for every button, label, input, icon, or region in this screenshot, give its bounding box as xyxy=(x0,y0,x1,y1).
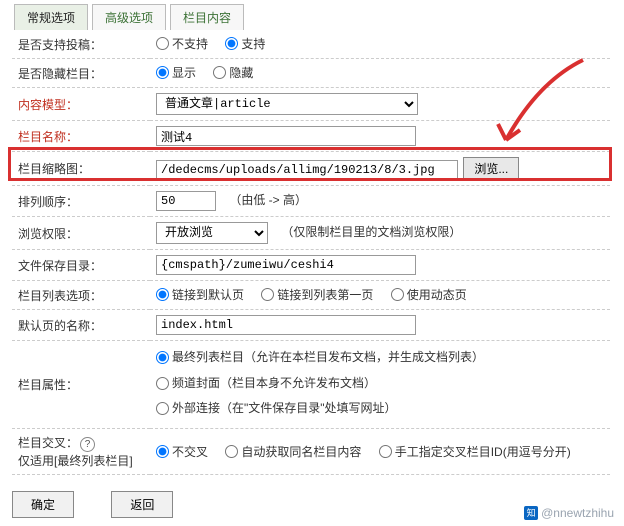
radio-show[interactable]: 显示 xyxy=(156,64,196,81)
watermark: 知 @nnewtzhihu xyxy=(524,506,614,520)
radio-cross-none[interactable]: 不交叉 xyxy=(156,443,208,460)
label-savepath: 文件保存目录： xyxy=(12,250,150,281)
radio-attr-external[interactable]: 外部连接（在"文件保存目录"处填写网址） xyxy=(156,397,397,420)
label-thumb: 栏目缩略图： xyxy=(12,152,150,186)
form-panel: 常规选项 高级选项 栏目内容 是否支持投稿： 不支持 支持 是否隐藏栏目： 显示… xyxy=(0,0,624,526)
thumb-path-input[interactable] xyxy=(156,160,458,180)
radio-cross-auto[interactable]: 自动获取同名栏目内容 xyxy=(225,443,361,460)
tab-general[interactable]: 常规选项 xyxy=(14,4,88,30)
browse-button[interactable]: 浏览... xyxy=(463,157,519,180)
tab-content[interactable]: 栏目内容 xyxy=(170,4,244,30)
label-col-attr: 栏目属性： xyxy=(12,341,150,429)
zhihu-icon: 知 xyxy=(524,506,538,520)
label-hidden: 是否隐藏栏目： xyxy=(12,59,150,88)
ok-button[interactable]: 确定 xyxy=(12,491,74,518)
radio-link-default[interactable]: 链接到默认页 xyxy=(156,286,244,303)
default-page-input[interactable] xyxy=(156,315,416,335)
radio-dynamic[interactable]: 使用动态页 xyxy=(391,286,467,303)
label-col-name: 栏目名称： xyxy=(12,121,150,152)
perm-note: （仅限制栏目里的文档浏览权限） xyxy=(281,225,461,239)
label-support-post: 是否支持投稿： xyxy=(12,30,150,59)
radio-link-first[interactable]: 链接到列表第一页 xyxy=(261,286,373,303)
radio-hide[interactable]: 隐藏 xyxy=(213,64,253,81)
content-model-select[interactable]: 普通文章|article xyxy=(156,93,418,115)
label-sort: 排列顺序： xyxy=(12,186,150,217)
radio-support[interactable]: 支持 xyxy=(225,35,265,52)
radio-attr-final[interactable]: 最终列表栏目（允许在本栏目发布文档，并生成文档列表） xyxy=(156,346,484,369)
label-listopt: 栏目列表选项： xyxy=(12,281,150,310)
help-icon[interactable]: ? xyxy=(80,437,95,452)
savepath-input[interactable] xyxy=(156,255,416,275)
form-table: 是否支持投稿： 不支持 支持 是否隐藏栏目： 显示 隐藏 内容模型： 普通文章|… xyxy=(12,30,610,475)
col-name-input[interactable] xyxy=(156,126,416,146)
back-button[interactable]: 返回 xyxy=(111,491,173,518)
radio-not-support[interactable]: 不支持 xyxy=(156,35,208,52)
tab-advanced[interactable]: 高级选项 xyxy=(92,4,166,30)
label-cross: 栏目交叉：? 仅适用[最终列表栏目] xyxy=(12,429,150,475)
sort-input[interactable] xyxy=(156,191,216,211)
radio-cross-manual[interactable]: 手工指定交叉栏目ID(用逗号分开) xyxy=(379,443,571,460)
perm-select[interactable]: 开放浏览 xyxy=(156,222,268,244)
label-content-model: 内容模型： xyxy=(12,88,150,121)
sort-note: （由低 -> 高） xyxy=(229,193,307,207)
label-perm: 浏览权限： xyxy=(12,217,150,250)
tabs: 常规选项 高级选项 栏目内容 xyxy=(0,0,624,30)
label-default-page: 默认页的名称： xyxy=(12,310,150,341)
radio-attr-channel[interactable]: 频道封面（栏目本身不允许发布文档） xyxy=(156,372,376,395)
